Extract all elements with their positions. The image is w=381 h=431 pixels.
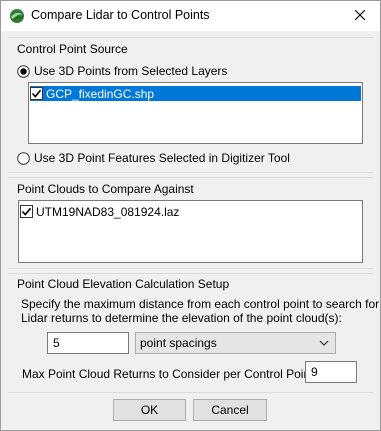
description-line-1: Specify the maximum distance from each c…	[21, 297, 380, 311]
point-clouds-label: Point Clouds to Compare Against	[17, 182, 194, 196]
point-cloud-name: UTM19NAD83_081924.laz	[36, 204, 180, 219]
chevron-down-icon	[319, 340, 329, 346]
distance-input[interactable]	[47, 332, 129, 354]
elevation-setup-label: Point Cloud Elevation Calculation Setup	[17, 277, 230, 291]
max-returns-label: Max Point Cloud Returns to Consider per …	[22, 367, 317, 381]
ok-button[interactable]: OK	[113, 399, 186, 421]
layer-checkbox[interactable]	[30, 87, 43, 100]
distance-unit-select[interactable]: point spacings	[135, 332, 336, 354]
checkmark-icon	[31, 89, 42, 98]
layer-name: GCP_fixedinGC.shp	[46, 86, 155, 101]
ok-button-label: OK	[140, 403, 159, 417]
layers-listbox[interactable]: GCP_fixedinGC.shp	[28, 82, 363, 144]
elevation-setup-group: Point Cloud Elevation Calculation Setup …	[8, 273, 379, 393]
close-button[interactable]	[340, 1, 380, 29]
radio-digitizer-label[interactable]: Use 3D Point Features Selected in Digiti…	[34, 151, 290, 165]
dialog-window: Compare Lidar to Control Points Control …	[0, 0, 381, 431]
radio-layers-label[interactable]: Use 3D Points from Selected Layers	[34, 64, 227, 78]
distance-unit-value: point spacings	[140, 336, 217, 350]
control-point-source-label: Control Point Source	[17, 42, 128, 56]
window-title: Compare Lidar to Control Points	[31, 8, 210, 22]
point-clouds-listbox[interactable]: UTM19NAD83_081924.laz	[18, 200, 363, 263]
title-bar: Compare Lidar to Control Points	[1, 1, 380, 31]
close-icon	[355, 10, 365, 20]
cancel-button[interactable]: Cancel	[193, 399, 267, 421]
radio-layers[interactable]	[17, 65, 30, 78]
checkmark-icon	[21, 207, 32, 216]
point-clouds-group: Point Clouds to Compare Against UTM19NAD…	[8, 177, 373, 269]
control-point-source-group: Control Point Source Use 3D Points from …	[8, 37, 373, 173]
list-item[interactable]: UTM19NAD83_081924.laz	[20, 204, 220, 219]
list-item[interactable]: GCP_fixedinGC.shp	[30, 86, 361, 101]
description-line-2: Lidar returns to determine the elevation…	[21, 311, 342, 325]
radio-digitizer[interactable]	[17, 152, 30, 165]
cancel-button-label: Cancel	[211, 403, 249, 417]
point-cloud-checkbox[interactable]	[20, 205, 33, 218]
app-globe-icon	[10, 9, 24, 23]
max-returns-input[interactable]	[305, 361, 357, 383]
